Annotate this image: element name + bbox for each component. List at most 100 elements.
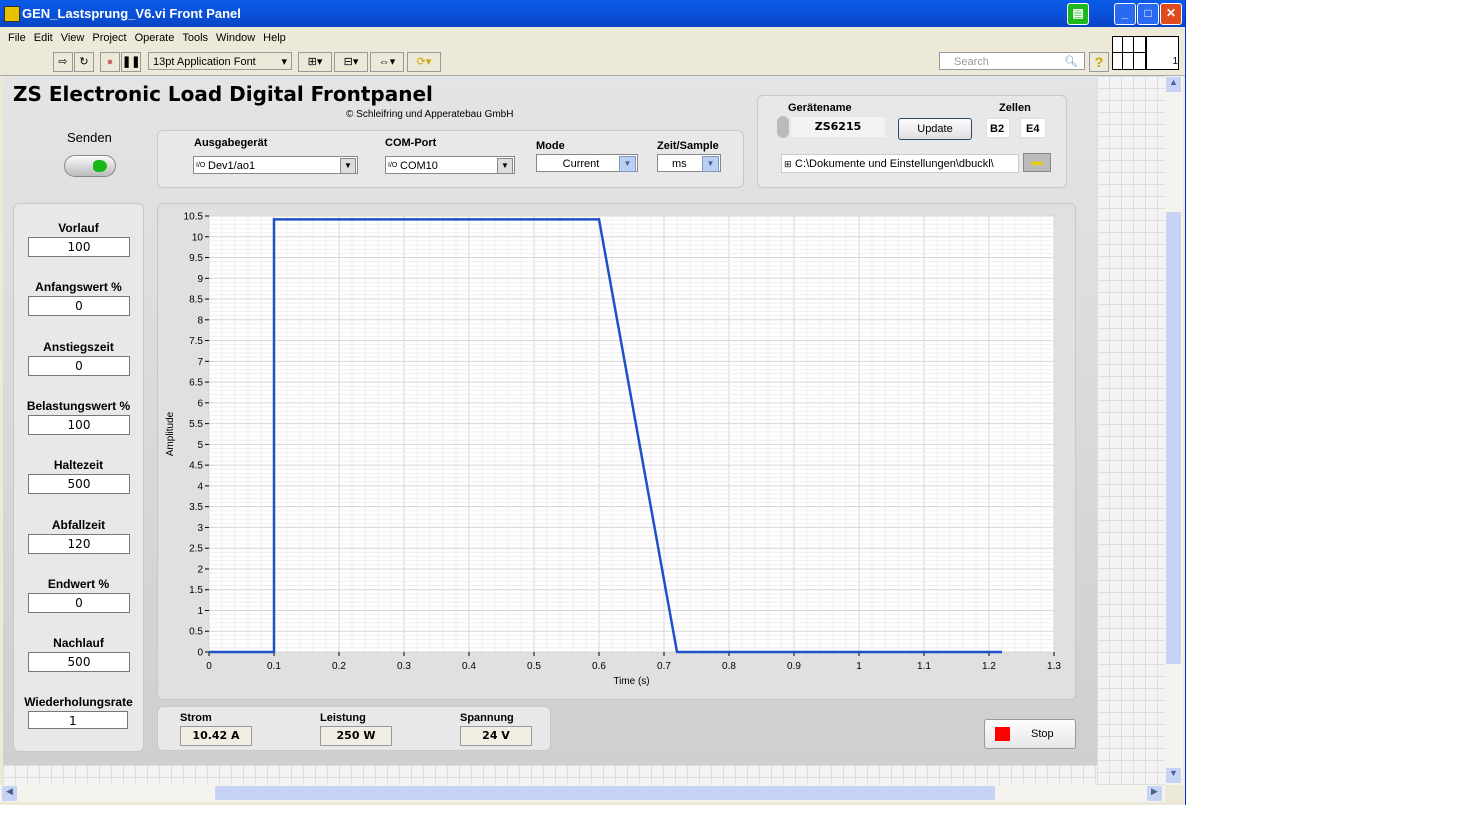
graph-box: 0 0.1 0.2 0.3 0.4 0.5 0.6 0.7 0.8 0.9 1 1.1 1.2 1.3 0 0…	[157, 203, 1076, 700]
y-tick-label: 8	[197, 315, 203, 326]
close-button[interactable]: ✕	[1160, 3, 1182, 25]
param-input[interactable]: 500	[28, 474, 130, 495]
mode-select[interactable]: Current ▼	[536, 154, 638, 172]
y-tick-label: 0	[197, 648, 203, 659]
strom-label: Strom	[180, 712, 212, 724]
param-label: Nachlauf	[53, 636, 104, 651]
zelle1-field[interactable]: B2	[986, 118, 1010, 138]
stop-button[interactable]: Stop	[984, 719, 1076, 749]
path-field[interactable]: ⊞ C:\Dokumente und Einstellungen\dbuckl\	[781, 154, 1019, 173]
menu-file[interactable]: File	[8, 32, 26, 44]
chevron-down-icon: ▼	[497, 158, 513, 174]
menu-bar: File Edit View Project Operate Tools Window Hel…	[0, 28, 1185, 48]
senden-button[interactable]	[64, 155, 116, 177]
scroll-right-icon[interactable]: ▶	[1147, 786, 1162, 801]
resize-icon[interactable]: ⇔▾	[370, 52, 404, 72]
param-input[interactable]: 0	[28, 592, 130, 613]
run-continuously-icon[interactable]: ↻	[74, 52, 94, 72]
print-icon[interactable]: ▤	[1067, 3, 1089, 25]
vertical-scroll-thumb[interactable]	[1166, 212, 1181, 664]
com-value: COM10	[400, 160, 438, 172]
abort-icon[interactable]: ●	[100, 52, 120, 72]
leistung-label: Leistung	[320, 712, 366, 724]
x-tick-label: 1	[856, 661, 862, 672]
stop-label: Stop	[1031, 728, 1054, 740]
y-tick-label: 0.5	[189, 627, 203, 638]
x-tick-label: 1.2	[982, 661, 996, 672]
waveform-graph[interactable]: 0 0.1 0.2 0.3 0.4 0.5 0.6 0.7 0.8 0.9 1 1.1 1.2 1.3 0 0…	[158, 204, 1075, 699]
x-tick-label: 0.8	[722, 661, 736, 672]
x-tick-label: 0.5	[527, 661, 541, 672]
menu-operate[interactable]: Operate	[135, 32, 175, 44]
menu-edit[interactable]: Edit	[34, 32, 53, 44]
panel-grid	[1097, 76, 1165, 785]
search-icon: 🔍︎	[1064, 56, 1078, 68]
zelle2-field[interactable]: E4	[1020, 118, 1046, 138]
y-tick-label: 5.5	[189, 419, 203, 430]
strom-value: 10.42 A	[180, 726, 252, 746]
x-tick-label: 0	[206, 661, 212, 672]
browse-folder-icon[interactable]: ▬	[1023, 153, 1051, 172]
y-tick-label: 3	[197, 523, 203, 534]
menu-view[interactable]: View	[61, 32, 85, 44]
chevron-down-icon: ▼	[619, 156, 636, 172]
menu-project[interactable]: Project	[92, 32, 126, 44]
param-input[interactable]: 120	[28, 533, 130, 554]
param-input[interactable]: 1	[28, 711, 128, 730]
maximize-button[interactable]: □	[1137, 3, 1159, 25]
window-title: GEN_Lastsprung_V6.vi Front Panel	[22, 6, 241, 21]
connector-pane-icon[interactable]	[1112, 36, 1146, 70]
y-tick-label: 3.5	[189, 502, 203, 513]
menu-help[interactable]: Help	[263, 32, 286, 44]
run-arrow-icon[interactable]: ⇨	[53, 52, 73, 72]
stop-icon	[995, 727, 1010, 741]
param-input[interactable]: 100	[28, 237, 130, 257]
mode-value: Current	[562, 158, 600, 170]
x-tick-label: 0.7	[657, 661, 671, 672]
align-icon[interactable]: ⊞▾	[298, 52, 332, 72]
font-dropdown[interactable]: 13pt Application Font ▾	[148, 52, 292, 70]
zeit-select[interactable]: ms ▼	[657, 154, 721, 172]
minimize-button[interactable]: _	[1114, 3, 1136, 25]
x-tick-label: 0.9	[787, 661, 801, 672]
param-label: Endwert %	[47, 576, 110, 591]
io-icon: I/O	[196, 162, 206, 169]
labview-icon	[4, 6, 20, 22]
param-label: Anfangswert %	[35, 280, 122, 295]
y-tick-label: 6.5	[189, 378, 203, 389]
menu-tools[interactable]: Tools	[182, 32, 208, 44]
scroll-up-icon[interactable]: ▲	[1166, 77, 1181, 92]
geraetename-label: Gerätename	[788, 102, 852, 114]
scroll-down-icon[interactable]: ▼	[1166, 768, 1181, 783]
param-input[interactable]: 500	[28, 652, 130, 673]
param-label: Belastungswert %	[26, 398, 131, 413]
vertical-scrollbar[interactable]: ▲ ▼	[1165, 76, 1183, 785]
reorder-icon[interactable]: ⟳▾	[407, 52, 441, 72]
zeit-label: Zeit/Sample	[657, 140, 719, 152]
chevron-down-icon: ▾	[281, 56, 287, 68]
device-box: Gerätename ZS6215 Update Zellen B2 E4 ⊞ C…	[757, 95, 1067, 188]
vi-icon[interactable]: 1	[1146, 36, 1179, 70]
distribute-icon[interactable]: ⊟▾	[334, 52, 368, 72]
window: GEN_Lastsprung_V6.vi Front Panel ▤ _ □ ✕…	[0, 0, 1186, 805]
com-select[interactable]: I/O COM10 ▼	[385, 156, 515, 174]
x-tick-label: 1.3	[1047, 661, 1061, 672]
y-tick-label: 1	[197, 606, 203, 617]
ausgabe-select[interactable]: I/O Dev1/ao1 ▼	[193, 156, 358, 174]
pause-icon[interactable]: ❚❚	[121, 52, 141, 72]
search-input[interactable]: Search 🔍︎	[939, 52, 1085, 70]
ausgabe-value: Dev1/ao1	[208, 160, 256, 172]
help-button[interactable]: ?	[1089, 52, 1109, 72]
update-button[interactable]: Update	[898, 118, 972, 140]
horizontal-scroll-thumb[interactable]	[215, 786, 995, 800]
param-input[interactable]: 100	[28, 414, 130, 435]
y-tick-label: 10	[192, 232, 204, 243]
x-axis-label: Time (s)	[613, 676, 649, 687]
scroll-left-icon[interactable]: ◀	[2, 786, 17, 801]
ring-spinner[interactable]	[777, 116, 789, 138]
horizontal-scrollbar[interactable]: ◀ ▶	[0, 785, 1165, 802]
param-input[interactable]: 0	[28, 355, 130, 376]
y-tick-label: 5	[197, 440, 203, 451]
param-input[interactable]: 0	[28, 296, 130, 317]
menu-window[interactable]: Window	[216, 32, 255, 44]
